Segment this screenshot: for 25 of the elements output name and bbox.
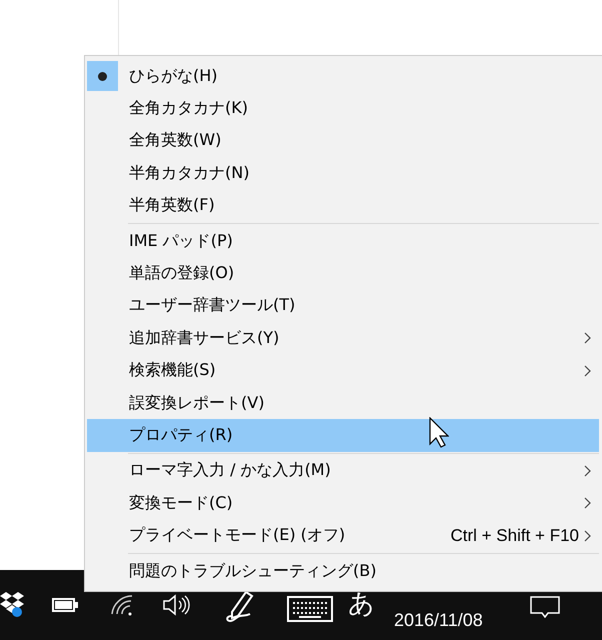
date-text: 2016/11/08: [394, 610, 483, 631]
menu-item[interactable]: プロパティ(R): [87, 419, 599, 452]
mouse-pointer-icon: [429, 417, 449, 448]
menu-item[interactable]: 単語の登録(O): [87, 257, 599, 290]
menu-item[interactable]: プライベートモード(E) (オフ) Ctrl + Shift + F10: [87, 519, 599, 552]
menu-item[interactable]: 全角カタカナ(K): [87, 92, 599, 125]
menu-item[interactable]: 追加辞書サービス(Y): [87, 322, 599, 355]
battery-icon: [52, 598, 78, 612]
speaker-icon: [162, 594, 190, 616]
menu-item[interactable]: IME パッド(P): [87, 224, 599, 258]
menu-item[interactable]: ユーザー辞書ツール(T): [87, 290, 599, 322]
menu-item[interactable]: ローマ字入力 / かな入力(M): [87, 454, 599, 488]
menu-item[interactable]: 全角英数(W): [87, 124, 599, 158]
notification-icon: [530, 596, 560, 618]
menu-item[interactable]: 誤変換レポート(V): [87, 386, 599, 420]
wifi-icon: [110, 594, 134, 616]
shortcut-text: Ctrl + Shift + F10: [450, 526, 579, 546]
dropbox-sync-icon: [0, 592, 24, 618]
keyboard-icon: [287, 596, 333, 622]
menu-item[interactable]: 変換モード(C): [87, 487, 599, 520]
menu-item[interactable]: 半角英数(F): [87, 190, 599, 222]
menu-item[interactable]: ひらがな(H): [87, 60, 599, 92]
menu-item[interactable]: 検索機能(S): [87, 354, 599, 387]
menu-item[interactable]: 半角カタカナ(N): [87, 157, 599, 190]
menu-item[interactable]: 問題のトラブルシューティング(B): [87, 554, 599, 588]
